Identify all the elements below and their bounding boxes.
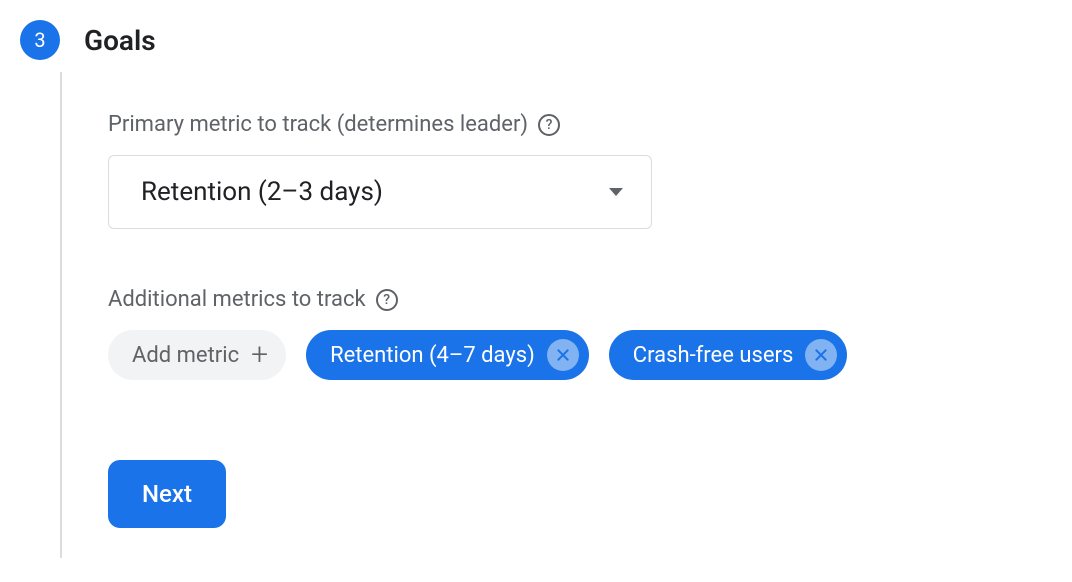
chevron-down-icon bbox=[609, 188, 623, 196]
step-title: Goals bbox=[84, 24, 156, 57]
help-icon[interactable]: ? bbox=[376, 289, 398, 311]
next-button[interactable]: Next bbox=[108, 460, 226, 528]
add-metric-label: Add metric bbox=[132, 343, 239, 368]
metric-chip[interactable]: Retention (4–7 days) bbox=[306, 330, 589, 380]
close-icon bbox=[555, 347, 571, 363]
remove-metric-button[interactable] bbox=[805, 339, 837, 371]
primary-metric-label-row: Primary metric to track (determines lead… bbox=[108, 112, 1052, 137]
plus-icon: + bbox=[251, 340, 268, 370]
step-body: Primary metric to track (determines lead… bbox=[60, 72, 1052, 558]
additional-metrics-label-row: Additional metrics to track ? bbox=[108, 287, 1052, 312]
help-icon[interactable]: ? bbox=[538, 114, 560, 136]
add-metric-chip[interactable]: Add metric + bbox=[108, 330, 286, 380]
metrics-chips-row: Add metric + Retention (4–7 days) Crash-… bbox=[108, 330, 1052, 380]
additional-metrics-label: Additional metrics to track bbox=[108, 287, 366, 312]
metric-chip[interactable]: Crash-free users bbox=[609, 330, 848, 380]
step-header: 3 Goals bbox=[20, 20, 1052, 60]
primary-metric-label: Primary metric to track (determines lead… bbox=[108, 112, 528, 137]
metric-chip-label: Retention (4–7 days) bbox=[330, 343, 535, 368]
remove-metric-button[interactable] bbox=[547, 339, 579, 371]
close-icon bbox=[813, 347, 829, 363]
metric-chip-label: Crash-free users bbox=[633, 343, 794, 368]
primary-metric-select[interactable]: Retention (2–3 days) bbox=[108, 155, 652, 229]
step-number-badge: 3 bbox=[20, 20, 60, 60]
primary-metric-value: Retention (2–3 days) bbox=[141, 177, 383, 207]
